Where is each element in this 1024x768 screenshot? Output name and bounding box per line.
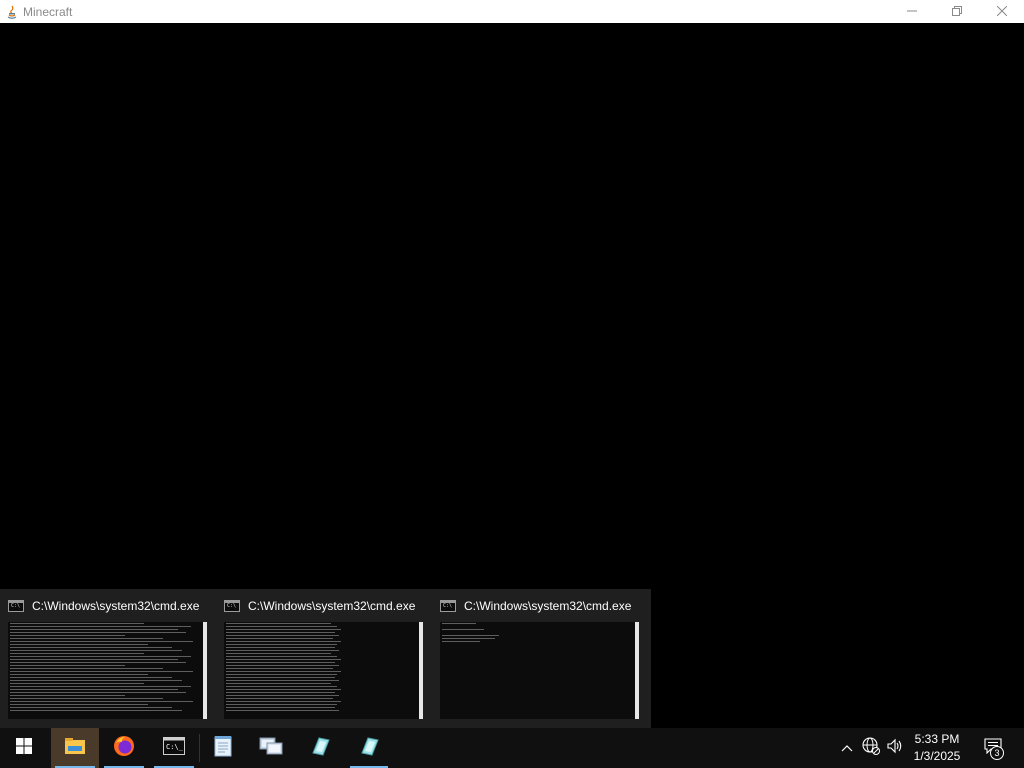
java-icon bbox=[358, 735, 380, 762]
taskbar-file-explorer[interactable] bbox=[51, 728, 99, 768]
cmd-icon: C:\ bbox=[224, 600, 240, 612]
restore-button[interactable] bbox=[934, 0, 979, 23]
volume-icon bbox=[886, 738, 904, 759]
taskbar-firefox[interactable] bbox=[100, 728, 148, 768]
clock-date: 1/3/2025 bbox=[913, 749, 961, 763]
taskbar-command-prompt[interactable]: C:\_ bbox=[150, 728, 198, 768]
java-icon bbox=[4, 4, 20, 20]
thumbnail-cmd-2[interactable]: C:\ C:\Windows\system32\cmd.exe bbox=[216, 589, 432, 728]
system-clock[interactable]: 5:33 PM 1/3/2025 bbox=[904, 731, 970, 765]
title-bar[interactable]: Minecraft bbox=[0, 0, 1024, 23]
network-icon bbox=[862, 736, 880, 760]
windows-start-icon bbox=[16, 737, 32, 759]
thumbnail-preview bbox=[440, 622, 639, 719]
start-button[interactable] bbox=[0, 728, 48, 768]
command-prompt-icon: C:\_ bbox=[163, 736, 185, 760]
taskbar-java-app-2[interactable] bbox=[346, 728, 392, 768]
clock-time: 5:33 PM bbox=[914, 732, 960, 746]
notepad-icon bbox=[214, 735, 232, 762]
volume-button[interactable] bbox=[884, 728, 906, 768]
cmd-icon: C:\ bbox=[8, 600, 24, 612]
taskbar-remote-desktop[interactable] bbox=[248, 728, 294, 768]
minimize-icon bbox=[906, 3, 917, 21]
close-icon bbox=[996, 3, 1007, 21]
restore-icon bbox=[951, 3, 962, 21]
thumbnail-title: C:\Windows\system32\cmd.exe bbox=[464, 599, 632, 613]
svg-text:C:\_: C:\_ bbox=[166, 743, 184, 751]
firefox-icon bbox=[113, 735, 135, 762]
thumbnail-cmd-1[interactable]: C:\ C:\Windows\system32\cmd.exe bbox=[0, 589, 216, 728]
minimize-button[interactable] bbox=[889, 0, 934, 23]
cmd-icon: C:\ bbox=[440, 600, 456, 612]
window-title: Minecraft bbox=[23, 4, 73, 19]
close-button[interactable] bbox=[979, 0, 1024, 23]
taskbar-notepad[interactable] bbox=[200, 728, 246, 768]
java-icon bbox=[309, 735, 331, 762]
show-hidden-icons-button[interactable] bbox=[838, 728, 856, 768]
thumbnail-preview bbox=[8, 622, 207, 719]
file-explorer-icon bbox=[64, 737, 86, 760]
thumbnail-cmd-3[interactable]: C:\ C:\Windows\system32\cmd.exe bbox=[432, 589, 648, 728]
notification-count-badge: 3 bbox=[990, 746, 1004, 760]
chevron-up-icon bbox=[841, 739, 853, 757]
thumbnail-title: C:\Windows\system32\cmd.exe bbox=[248, 599, 416, 613]
thumbnail-title: C:\Windows\system32\cmd.exe bbox=[32, 599, 200, 613]
taskbar: C:\_ 5:33 PM 1/3/2025 bbox=[0, 728, 1024, 768]
thumbnail-preview bbox=[224, 622, 423, 719]
network-button[interactable] bbox=[860, 728, 882, 768]
taskbar-java-app-1[interactable] bbox=[297, 728, 343, 768]
taskbar-thumbnail-flyout: C:\ C:\Windows\system32\cmd.exe C:\ C:\W… bbox=[0, 589, 651, 728]
remote-desktop-icon bbox=[259, 735, 283, 762]
